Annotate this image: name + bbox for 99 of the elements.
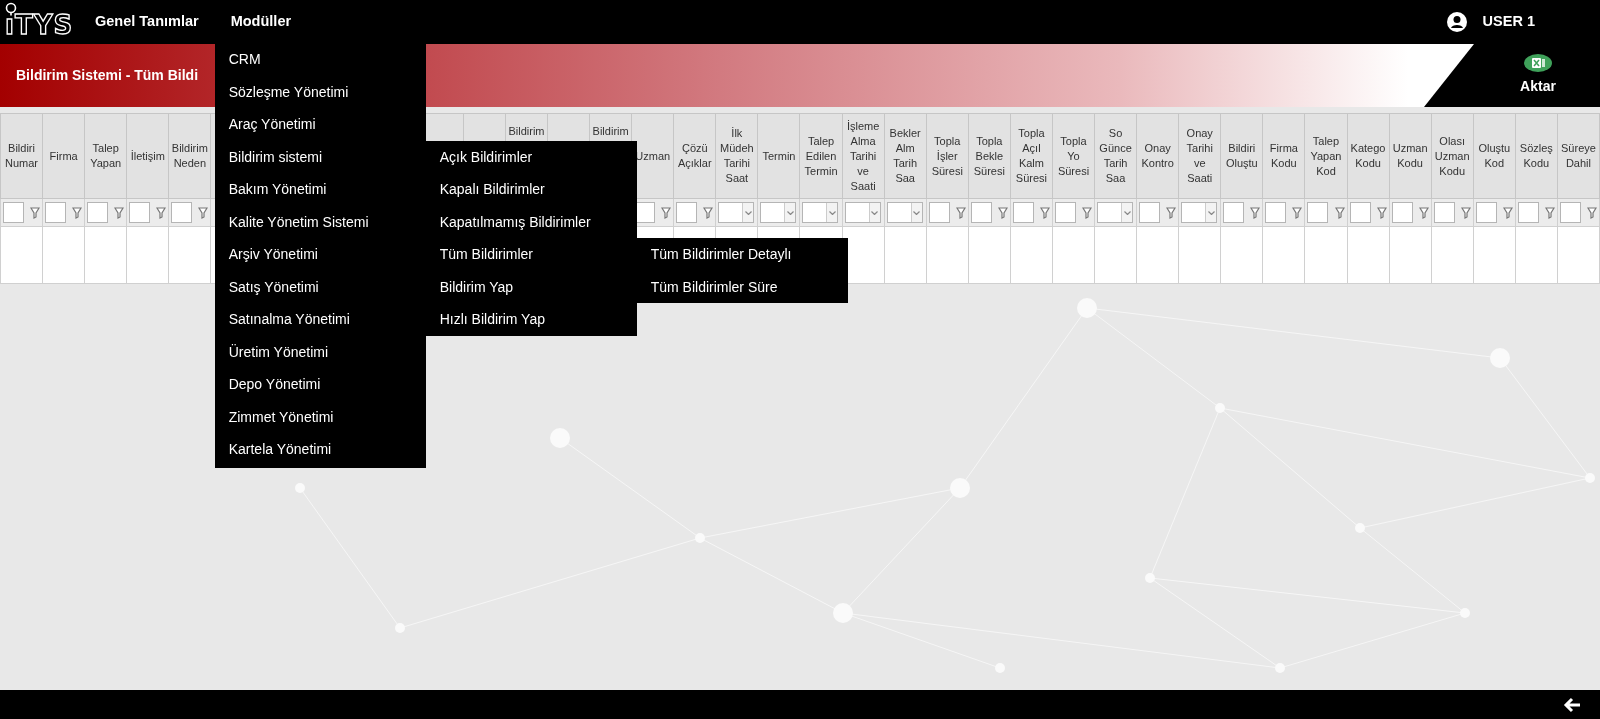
- column-header[interactable]: Onay Kontro: [1136, 113, 1179, 199]
- filter-dropdown[interactable]: [886, 202, 923, 223]
- column-header[interactable]: İlk Müdeh Tarihi Saat: [715, 113, 758, 199]
- filter-field[interactable]: [129, 202, 151, 223]
- filter-field[interactable]: [87, 202, 109, 223]
- menu-item[interactable]: Tüm Bildirimler Süre: [636, 270, 848, 303]
- filter-icon: [1334, 206, 1345, 219]
- menu-item[interactable]: Bakım Yönetimi: [214, 173, 426, 206]
- excel-icon: [1524, 54, 1552, 72]
- filter-icon: [1544, 206, 1555, 219]
- filter-field[interactable]: [3, 202, 24, 223]
- column-header[interactable]: Katego Kodu: [1347, 113, 1390, 199]
- filter-field[interactable]: [171, 202, 193, 223]
- column-header[interactable]: Termin: [757, 113, 800, 199]
- column-header[interactable]: Sözleş Kodu: [1515, 113, 1558, 199]
- menu-item[interactable]: Kapatılmamış Bildirimler: [425, 205, 637, 238]
- menu-item[interactable]: Üretim Yönetimi: [214, 335, 426, 368]
- chevron-icon: [829, 210, 836, 215]
- column-header[interactable]: Uzman Kodu: [1389, 113, 1432, 199]
- column-header[interactable]: Bildirim Neden: [168, 113, 211, 199]
- nav-menu-item[interactable]: Genel Tanımlar: [79, 11, 215, 33]
- filter-field[interactable]: [1012, 202, 1034, 223]
- chevron-icon: [1123, 210, 1131, 215]
- filter-field[interactable]: [1517, 202, 1539, 223]
- filter-field[interactable]: [676, 202, 698, 223]
- chevron-icon: [744, 210, 752, 215]
- menu-item[interactable]: CRM: [214, 43, 426, 76]
- menu-item[interactable]: Sözleşme Yönetimi: [214, 75, 426, 108]
- filter-field[interactable]: [970, 202, 992, 223]
- filter-dropdown[interactable]: [1181, 202, 1218, 223]
- filter-field[interactable]: [45, 202, 67, 223]
- filter-dropdown[interactable]: [718, 202, 755, 223]
- export-button[interactable]: Aktar: [1520, 54, 1556, 97]
- filter-icon: [1460, 206, 1471, 219]
- filter-field[interactable]: [1349, 202, 1371, 223]
- filter-icon: [1039, 206, 1050, 219]
- filter-icon: [955, 206, 966, 219]
- filter-field[interactable]: [1307, 202, 1329, 223]
- column-header[interactable]: Firma Kodu: [1262, 113, 1305, 199]
- chevron-icon: [913, 210, 921, 215]
- column-header[interactable]: Topla Bekle Süresi: [968, 113, 1011, 199]
- column-header[interactable]: Çözü Açıklar: [673, 113, 716, 199]
- column-header[interactable]: Topla Açıl Kalm Süresi: [1010, 113, 1053, 199]
- filter-field[interactable]: [928, 202, 950, 223]
- filter-field[interactable]: [1223, 202, 1245, 223]
- column-header[interactable]: Olası Uzman Kodu: [1431, 113, 1474, 199]
- filter-field[interactable]: [1559, 202, 1581, 223]
- filter-field[interactable]: [1054, 202, 1076, 223]
- menu-item[interactable]: Zimmet Yönetimi: [214, 400, 426, 433]
- back-arrow-icon: [1562, 695, 1582, 714]
- filter-dropdown[interactable]: [1097, 202, 1134, 223]
- menu-item[interactable]: Tüm Bildirimler Detaylı: [636, 238, 848, 271]
- menu-item[interactable]: Kartela Yönetimi: [214, 433, 426, 466]
- column-header[interactable]: Bildiri Oluştu: [1220, 113, 1263, 199]
- page-title: Bildirim Sistemi - Tüm Bildi: [15, 66, 199, 85]
- column-header[interactable]: Topla İşler Süresi: [926, 113, 969, 199]
- filter-dropdown[interactable]: [844, 202, 881, 223]
- column-header[interactable]: Topla Yo Süresi: [1052, 113, 1095, 199]
- menu-item[interactable]: Arşiv Yönetimi: [214, 238, 426, 271]
- filter-field[interactable]: [1475, 202, 1497, 223]
- menu-item[interactable]: Kalite Yönetim Sistemi: [214, 205, 426, 238]
- menu-item[interactable]: Bildirim sistemi: [214, 140, 426, 173]
- filter-dropdown[interactable]: [760, 202, 797, 223]
- chevron-icon: [1207, 210, 1215, 215]
- column-header[interactable]: İşleme Alma Tarihi ve Saati: [842, 113, 885, 199]
- menu-item[interactable]: Satış Yönetimi: [214, 270, 426, 303]
- column-header[interactable]: Bildiri Numar: [0, 113, 43, 199]
- filter-icon: [1502, 206, 1513, 219]
- filter-field[interactable]: [1265, 202, 1287, 223]
- filter-field[interactable]: [1433, 202, 1455, 223]
- filter-icon: [1376, 206, 1387, 219]
- column-header[interactable]: So Günce Tarih Saa: [1094, 113, 1137, 199]
- column-header[interactable]: Talep Yapan: [84, 113, 127, 199]
- filter-icon: [1418, 206, 1429, 219]
- chevron-icon: [871, 210, 879, 215]
- logo: ıTYS: [5, 12, 74, 38]
- user-icon: [1446, 12, 1467, 32]
- filter-icon: [997, 206, 1008, 219]
- filter-icon: [1587, 206, 1597, 219]
- nav-menu-item[interactable]: Modüller: [214, 11, 308, 33]
- column-header[interactable]: Bekler Alm Tarih Saa: [884, 113, 927, 199]
- column-header[interactable]: Oluştu Kod: [1473, 113, 1516, 199]
- menu-item[interactable]: Depo Yönetimi: [214, 368, 426, 401]
- column-header[interactable]: Firma: [42, 113, 85, 199]
- filter-field[interactable]: [1391, 202, 1413, 223]
- column-header[interactable]: Onay Tarihi ve Saati: [1178, 113, 1221, 199]
- column-header[interactable]: İletişim: [126, 113, 169, 199]
- menu-item[interactable]: Tüm Bildirimler: [425, 238, 637, 271]
- menu-item[interactable]: Hızlı Bildirim Yap: [425, 303, 637, 336]
- menu-item[interactable]: Bildirim Yap: [425, 270, 637, 303]
- menu-item[interactable]: Satınalma Yönetimi: [214, 303, 426, 336]
- column-header[interactable]: Talep Edilen Termin: [800, 113, 843, 199]
- column-header[interactable]: Talep Yapan Kod: [1304, 113, 1347, 199]
- user-name[interactable]: USER 1: [1466, 11, 1600, 33]
- chevron-icon: [786, 210, 794, 215]
- menu-item[interactable]: Araç Yönetimi: [214, 108, 426, 141]
- filter-field[interactable]: [1139, 202, 1161, 223]
- column-header[interactable]: Süreye Dahil: [1557, 113, 1600, 199]
- filter-dropdown[interactable]: [802, 202, 839, 223]
